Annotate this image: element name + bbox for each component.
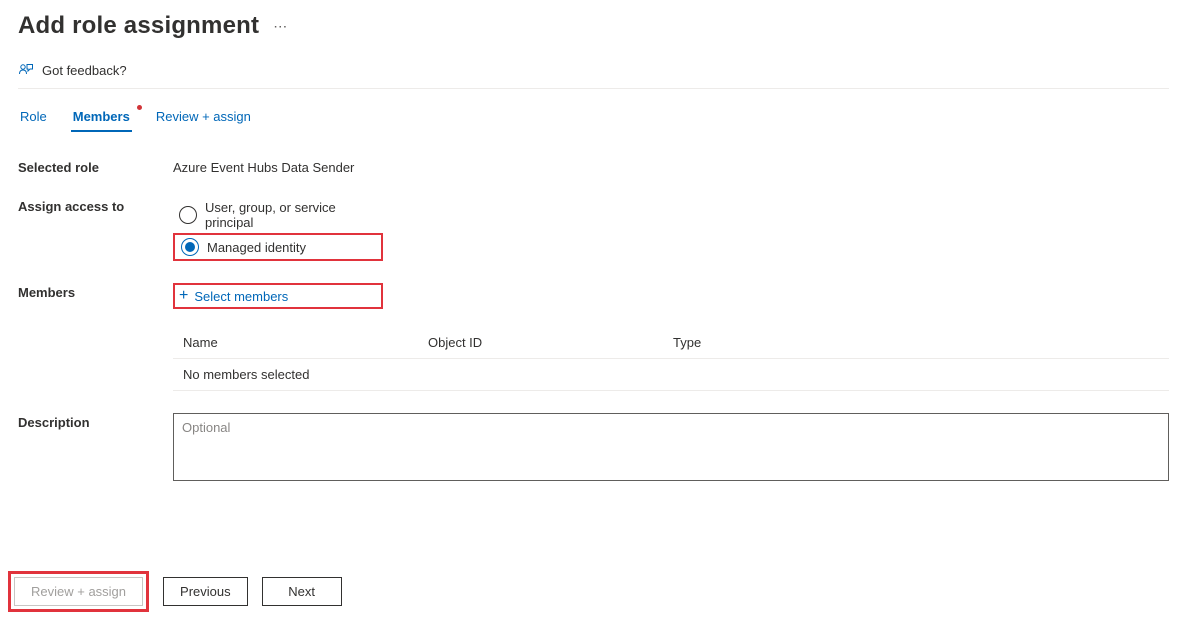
feedback-label: Got feedback? (42, 63, 127, 78)
description-label: Description (18, 413, 173, 430)
select-members-highlight: + Select members (173, 283, 383, 309)
page-title: Add role assignment (18, 12, 259, 40)
select-members-text: Select members (194, 289, 288, 304)
selected-role-value: Azure Event Hubs Data Sender (173, 158, 1169, 175)
radio-icon (181, 238, 199, 256)
select-members-link[interactable]: + Select members (179, 288, 377, 304)
tab-role[interactable]: Role (18, 105, 49, 132)
radio-managed-identity[interactable]: Managed identity (173, 233, 383, 261)
members-table-header: Name Object ID Type (173, 327, 1169, 359)
previous-button[interactable]: Previous (163, 577, 248, 606)
assign-access-row: Assign access to User, group, or service… (18, 197, 1169, 261)
selected-role-row: Selected role Azure Event Hubs Data Send… (18, 158, 1169, 175)
description-row: Description (18, 413, 1169, 484)
assign-access-label: Assign access to (18, 197, 173, 214)
tab-members[interactable]: Members (71, 105, 132, 132)
members-empty-row: No members selected (173, 359, 1169, 391)
feedback-link[interactable]: Got feedback? (18, 62, 1169, 89)
more-actions-icon[interactable]: ⋯ (273, 18, 288, 35)
plus-icon: + (179, 288, 188, 304)
next-button[interactable]: Next (262, 577, 342, 606)
review-assign-highlight: Review + assign (8, 571, 149, 612)
tabs: Role Members Review + assign (18, 105, 1169, 132)
members-table: Name Object ID Type No members selected (173, 327, 1169, 391)
footer-buttons: Review + assign Previous Next (8, 571, 342, 612)
radio-icon (179, 206, 197, 224)
col-name-header: Name (183, 335, 428, 350)
description-input[interactable] (173, 413, 1169, 481)
members-label: Members (18, 283, 173, 300)
description-value (173, 413, 1169, 484)
radio-user-group-sp-label: User, group, or service principal (205, 200, 377, 230)
col-object-header: Object ID (428, 335, 673, 350)
review-assign-button[interactable]: Review + assign (14, 577, 143, 606)
col-type-header: Type (673, 335, 1159, 350)
add-role-assignment-panel: Add role assignment ⋯ Got feedback? Role… (0, 0, 1187, 620)
tab-review-assign[interactable]: Review + assign (154, 105, 253, 132)
feedback-icon (18, 62, 34, 78)
required-indicator-icon (137, 105, 142, 110)
members-value: + Select members (173, 283, 1169, 309)
members-row: Members + Select members (18, 283, 1169, 309)
selected-role-label: Selected role (18, 158, 173, 175)
title-row: Add role assignment ⋯ (18, 12, 1169, 40)
tab-members-label: Members (73, 109, 130, 124)
radio-managed-identity-label: Managed identity (207, 240, 306, 255)
assign-access-options: User, group, or service principal Manage… (173, 197, 1169, 261)
radio-user-group-sp[interactable]: User, group, or service principal (173, 197, 383, 233)
